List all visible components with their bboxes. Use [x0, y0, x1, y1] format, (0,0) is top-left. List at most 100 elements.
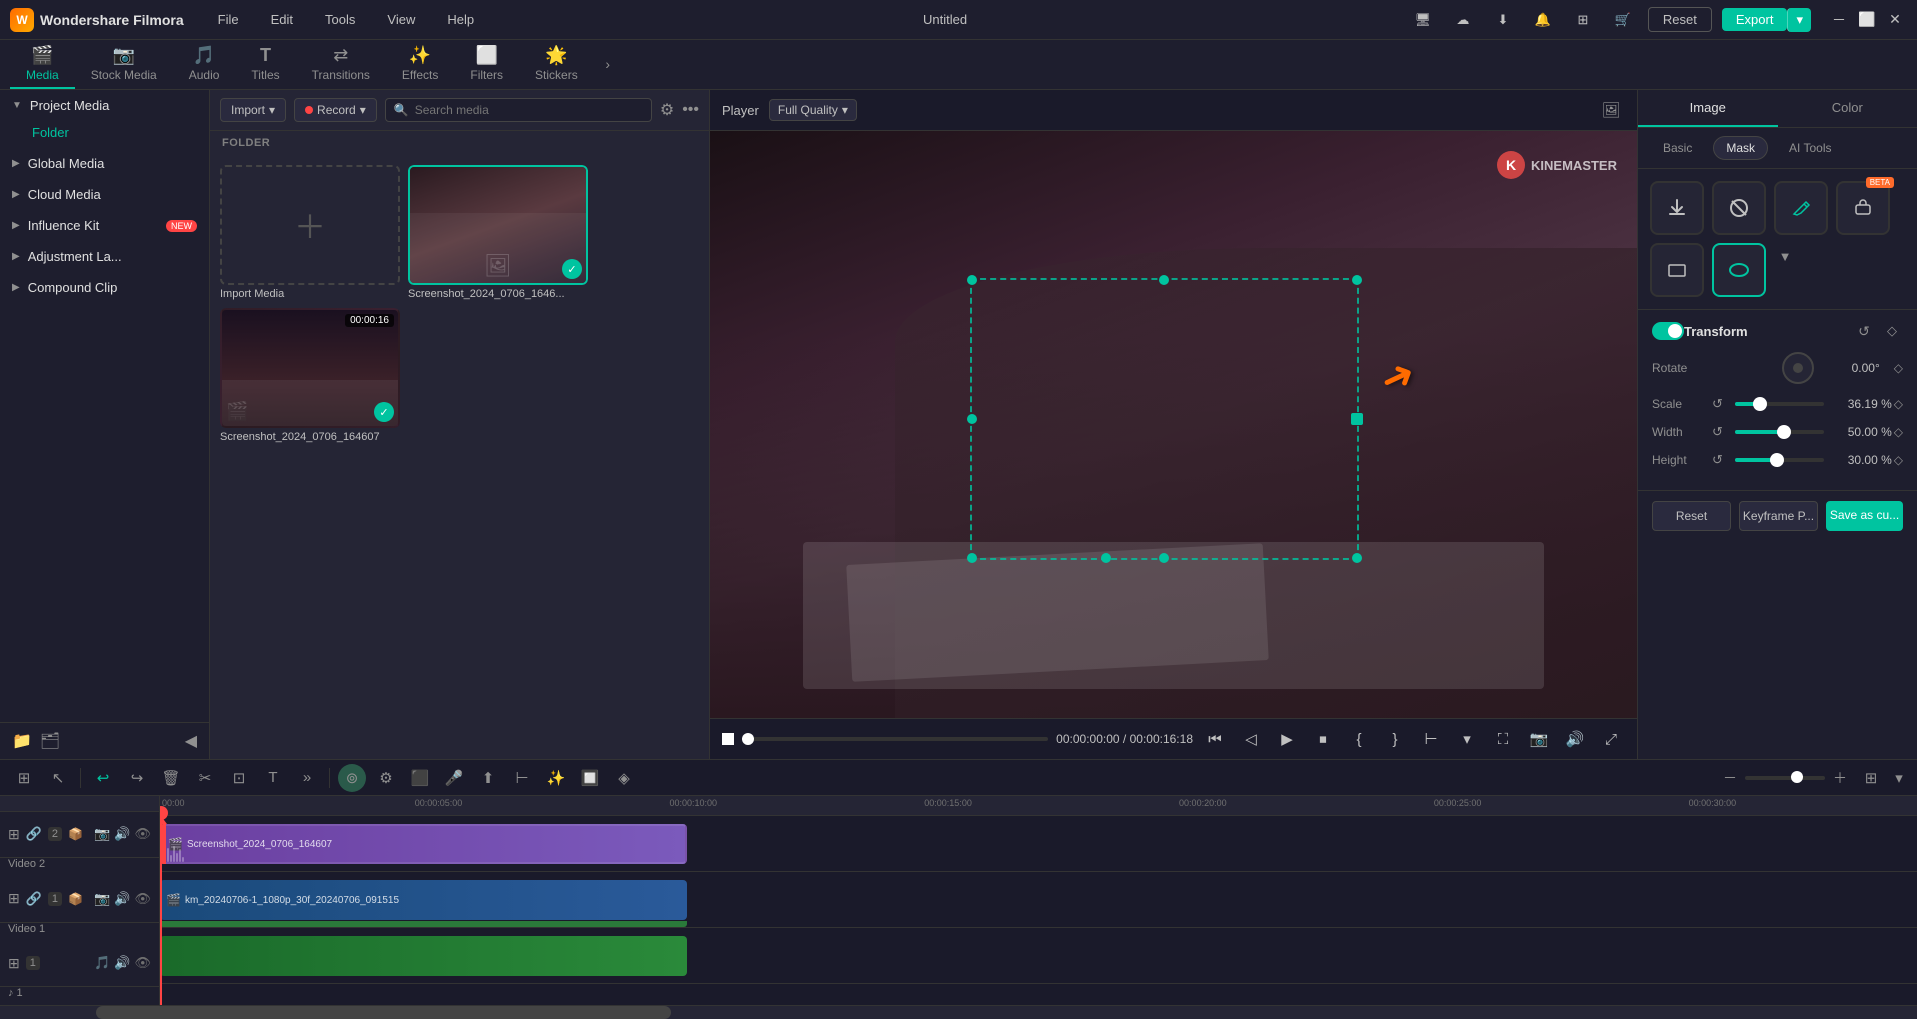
delete-button[interactable]: 🗑 [157, 764, 185, 792]
scale-keyframe-icon[interactable]: ◇ [1894, 397, 1903, 411]
ai-btn[interactable]: ✨ [542, 764, 570, 792]
width-slider[interactable] [1735, 430, 1824, 434]
menu-help[interactable]: Help [439, 8, 482, 31]
track-vol-icon-1[interactable]: 📦 [68, 892, 83, 906]
tab-effects[interactable]: ✨ Effects [386, 39, 454, 89]
cut-button[interactable]: ✂ [191, 764, 219, 792]
export-arrow-button[interactable]: ▾ [1787, 8, 1811, 32]
tab-audio[interactable]: 🎵 Audio [173, 39, 236, 89]
maximize-button[interactable]: ⬜ [1855, 8, 1879, 32]
search-input[interactable] [415, 103, 643, 117]
track-vol-icon-2[interactable]: 📦 [68, 827, 83, 841]
export-button[interactable]: Export [1722, 8, 1788, 31]
track-btn[interactable]: 🔲 [576, 764, 604, 792]
tab-color[interactable]: Color [1778, 90, 1917, 127]
save-custom-button[interactable]: Save as cu... [1826, 501, 1903, 531]
filter-icon-btn[interactable]: ⚙ [660, 100, 674, 120]
scale-slider-thumb[interactable] [1753, 397, 1767, 411]
tab-image[interactable]: Image [1638, 90, 1778, 127]
track-vol-2[interactable]: 🔊 [114, 826, 130, 842]
ripple-edit-btn[interactable]: ⊚ [338, 764, 366, 792]
video1-clip[interactable]: 🎬 km_20240706-1_1080p_30f_20240706_09151… [160, 880, 687, 920]
track-vol-1[interactable]: 🔊 [114, 891, 130, 907]
track-link-icon[interactable]: 🔗 [26, 826, 42, 842]
tab-stock-media[interactable]: 📷 Stock Media [75, 39, 173, 89]
import-button[interactable]: Import ▾ [220, 98, 286, 122]
folder-icon[interactable]: 🗂 [40, 731, 60, 751]
audio1-clip[interactable] [160, 936, 687, 976]
height-reset-icon[interactable]: ↺ [1712, 452, 1723, 468]
mic-btn[interactable]: 🎤 [440, 764, 468, 792]
track-eye-a[interactable]: 👁 [134, 955, 151, 971]
select-tool[interactable]: ↖ [44, 764, 72, 792]
menu-file[interactable]: File [210, 8, 247, 31]
more-tabs-button[interactable]: › [594, 39, 622, 89]
menu-view[interactable]: View [379, 8, 423, 31]
playback-dot[interactable] [722, 733, 734, 745]
track-vol-a[interactable]: 🔊 [114, 955, 130, 971]
sidebar-item-global-media[interactable]: ▶ Global Media [0, 148, 209, 179]
video2-clip[interactable]: 🎬 Screenshot_2024_0706_164607 [160, 824, 687, 864]
transform-toggle[interactable] [1652, 322, 1684, 340]
tab-titles[interactable]: T Titles [235, 39, 295, 89]
zoom-minus-btn[interactable]: － [1719, 767, 1741, 789]
width-reset-icon[interactable]: ↺ [1712, 424, 1723, 440]
timeline-scrollbar[interactable] [0, 1005, 1917, 1019]
track-add-icon[interactable]: ⊞ [8, 826, 20, 843]
sub-tab-mask[interactable]: Mask [1713, 136, 1768, 160]
track-link-icon-1[interactable]: 🔗 [26, 891, 42, 907]
mark-in-out-btn[interactable]: ⊢ [1417, 725, 1445, 753]
cloud-icon-btn[interactable]: ☁ [1448, 5, 1478, 35]
collapse-sidebar-icon[interactable]: ◀ [185, 731, 197, 751]
sidebar-item-compound-clip[interactable]: ▶ Compound Clip [0, 272, 209, 303]
new-folder-icon[interactable]: 📁 [12, 731, 32, 751]
reset-transform-icon[interactable]: ↺ [1853, 320, 1875, 342]
skip-back-button[interactable]: ⏮ [1201, 725, 1229, 753]
notification-icon-btn[interactable]: 🔔 [1528, 5, 1558, 35]
tab-stickers[interactable]: 🌟 Stickers [519, 39, 594, 89]
download-icon-btn[interactable]: ⬇ [1488, 5, 1518, 35]
record-button[interactable]: Record ▾ [294, 98, 377, 122]
monitor-icon-btn[interactable]: 🖥 [1408, 5, 1438, 35]
track-add-icon-1[interactable]: ⊞ [8, 890, 20, 907]
grid-dropdown-btn[interactable]: ▾ [1891, 764, 1907, 792]
media-thumb-2[interactable]: 🎬 00:00:16 ✓ [220, 308, 400, 428]
mark-dropdown-btn[interactable]: ▾ [1453, 725, 1481, 753]
more-tl-button[interactable]: » [293, 764, 321, 792]
track-mic-icon[interactable]: 🎵 [94, 955, 110, 971]
preview-image-icon[interactable]: 🖼 [1597, 96, 1625, 124]
mask-icon-pen[interactable] [1774, 181, 1828, 235]
bracket-left-button[interactable]: { [1345, 725, 1373, 753]
track-eye-1[interactable]: 👁 [134, 891, 151, 907]
snapshot-button[interactable]: 📷 [1525, 725, 1553, 753]
login-button[interactable]: Reset [1648, 7, 1712, 32]
keyframe-p-button[interactable]: Keyframe P... [1739, 501, 1818, 531]
split-btn[interactable]: ⊢ [508, 764, 536, 792]
menu-tools[interactable]: Tools [317, 8, 363, 31]
sidebar-item-cloud-media[interactable]: ▶ Cloud Media [0, 179, 209, 210]
sidebar-item-influence-kit[interactable]: ▶ Influence Kit NEW [0, 210, 209, 241]
sidebar-item-adjustment-layer[interactable]: ▶ Adjustment La... [0, 241, 209, 272]
quality-select[interactable]: Full Quality ▾ [769, 99, 857, 121]
folder-label[interactable]: Folder [0, 121, 209, 148]
width-keyframe-icon[interactable]: ◇ [1894, 425, 1903, 439]
sub-tab-ai-tools[interactable]: AI Tools [1776, 136, 1844, 160]
mask-more-icon[interactable]: ▼ [1774, 245, 1796, 267]
settings-preview-btn[interactable]: ⤢ [1597, 725, 1625, 753]
play-button[interactable]: ▶ [1273, 725, 1301, 753]
fullscreen-button[interactable]: ⛶ [1489, 725, 1517, 753]
fx-btn[interactable]: ◈ [610, 764, 638, 792]
mask-icon-download[interactable] [1650, 181, 1704, 235]
tab-filters[interactable]: ⬜ Filters [454, 39, 519, 89]
grid-icon-btn[interactable]: ⊞ [1568, 5, 1598, 35]
close-button[interactable]: ✕ [1883, 8, 1907, 32]
height-slider-thumb[interactable] [1770, 453, 1784, 467]
zoom-slider-tl[interactable] [1745, 776, 1825, 780]
playback-slider[interactable] [742, 737, 1048, 741]
play-back-button[interactable]: ◁ [1237, 725, 1265, 753]
rotate-keyframe-icon[interactable]: ◇ [1894, 361, 1903, 375]
stop-button[interactable]: ⏹ [1309, 725, 1337, 753]
sidebar-item-project-media[interactable]: ▼ Project Media [0, 90, 209, 121]
mask-icon-slash[interactable] [1712, 181, 1766, 235]
media-thumb-1[interactable]: 🖼 ✓ [408, 165, 588, 285]
